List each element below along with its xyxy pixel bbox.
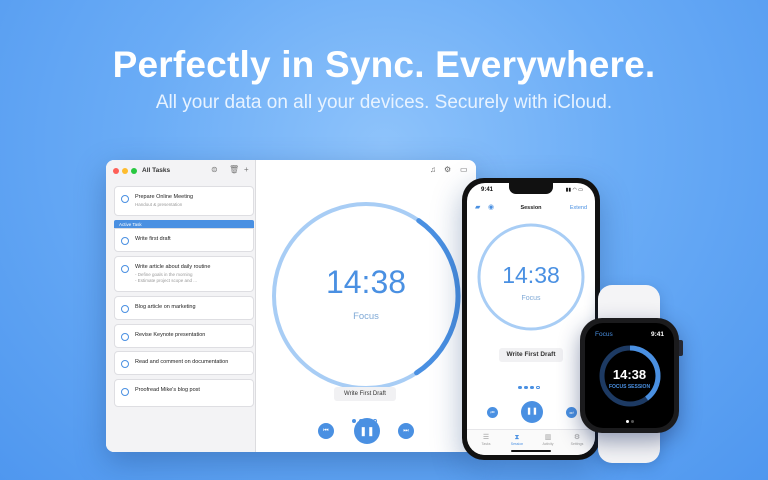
task-title: Revise Keynote presentation (135, 332, 206, 338)
tab-label: Tasks (481, 442, 491, 446)
task-item[interactable]: Prepare Online Meeting Handout & present… (114, 186, 254, 216)
gear-icon: ⚙ (573, 434, 581, 441)
task-item[interactable]: Revise Keynote presentation (114, 324, 254, 348)
close-window-button[interactable] (113, 168, 119, 174)
tab-tasks[interactable]: ☰ Tasks (473, 433, 499, 447)
session-dots (518, 376, 543, 394)
task-checkbox[interactable] (121, 265, 129, 273)
notch (509, 183, 553, 194)
pause-button[interactable]: ❚❚ (354, 418, 380, 444)
task-title: Write article about daily routine (135, 264, 211, 270)
session-dot (524, 385, 528, 389)
list-icon: ☰ (482, 434, 490, 441)
tab-activity[interactable]: ▥ Activity (535, 433, 561, 447)
watch-mode-label: FOCUS SESSION (608, 384, 651, 390)
tab-settings[interactable]: ⚙ Settings (564, 433, 590, 447)
watch-screen: Focus 9:41 14:38 FOCUS SESSION (585, 323, 674, 428)
session-dot (530, 385, 534, 389)
status-clock: 9:41 (481, 187, 494, 193)
hourglass-icon: ⧗ (514, 434, 520, 441)
sidebar-toggle-icon[interactable]: ▭ (460, 165, 468, 174)
sound-icon[interactable]: ♫ (430, 165, 436, 174)
timer-mode: Focus (521, 295, 541, 302)
tab-label: Session (510, 442, 524, 446)
task-item-active[interactable]: Write first draft (114, 228, 254, 252)
timer-mode: Focus (353, 311, 379, 322)
iphone-screen: 9:41 ▮▮ ◠ ▭ ▰ ◉ Session Extend 14:38 Foc… (467, 183, 595, 455)
page-dot (631, 420, 634, 423)
tab-label: Activity (542, 442, 554, 446)
pause-button[interactable]: ❚❚ (521, 401, 543, 423)
sidebar-title: All Tasks (142, 167, 171, 174)
watch-timer-display: 14:38 (612, 367, 647, 382)
bar-chart-icon: ▥ (544, 434, 552, 441)
session-dot (536, 385, 540, 389)
session-dot (352, 419, 356, 423)
tab-bar: ☰ Tasks ⧗ Session ▥ Activity ⚙ Settings (467, 429, 595, 455)
timer-display: 14:38 (502, 262, 560, 288)
watch-clock: 9:41 (650, 331, 664, 338)
extend-button[interactable]: Extend (570, 205, 587, 211)
task-checkbox[interactable] (121, 195, 129, 203)
current-task-pill[interactable]: Write First Draft (499, 348, 563, 362)
home-indicator (511, 450, 551, 452)
task-subtitle: Handout & presentation (135, 202, 183, 207)
task-checkbox[interactable] (121, 388, 129, 396)
task-sidebar: All Tasks ⊜ 🗑 + Prepare Online Meeting H… (106, 160, 256, 452)
page-dot (626, 420, 629, 423)
zoom-window-button[interactable] (131, 168, 137, 174)
task-title: Prepare Online Meeting (135, 194, 194, 200)
next-button[interactable]: ⏭ (398, 423, 414, 439)
task-subtitle: - Define goals in the morning - Estimate… (135, 272, 198, 283)
timer-display: 14:38 (325, 264, 407, 300)
sidebar-toolbar: All Tasks ⊜ 🗑 + (106, 160, 255, 182)
previous-button[interactable]: ⏮ (318, 423, 334, 439)
mac-window: All Tasks ⊜ 🗑 + Prepare Online Meeting H… (106, 160, 476, 452)
watch-app-label: Focus (595, 331, 613, 338)
task-title: Blog article on marketing (135, 304, 196, 310)
next-button[interactable]: ⏭ (566, 407, 577, 418)
add-task-icon[interactable]: + (244, 165, 249, 175)
task-title: Read and comment on documentation (135, 359, 229, 365)
apple-watch-device: Focus 9:41 14:38 FOCUS SESSION (580, 318, 679, 433)
task-item[interactable]: Read and comment on documentation (114, 351, 254, 375)
session-dot (518, 385, 522, 389)
task-item[interactable]: Proofread Mike's blog post (114, 379, 254, 407)
tab-session[interactable]: ⧗ Session (504, 433, 530, 447)
task-checkbox[interactable] (121, 333, 129, 341)
trash-icon[interactable]: 🗑 (229, 165, 239, 175)
task-checkbox[interactable] (121, 237, 129, 245)
tab-label: Settings (570, 442, 584, 446)
status-icons: ▮▮ ◠ ▭ (565, 187, 583, 193)
task-title: Proofread Mike's blog post (135, 387, 200, 393)
iphone-device: 9:41 ▮▮ ◠ ▭ ▰ ◉ Session Extend 14:38 Foc… (462, 178, 600, 460)
previous-button[interactable]: ⏮ (487, 407, 498, 418)
timer-pane: ♫ ⚙ ▭ 14:38 Focus Write First Draft ⏮ ❚❚… (256, 160, 476, 452)
task-checkbox[interactable] (121, 305, 129, 313)
active-task-header: Active Task (114, 220, 254, 228)
gear-icon[interactable]: ⚙ (444, 165, 451, 174)
filter-icon[interactable]: ⊜ (211, 165, 218, 175)
task-checkbox[interactable] (121, 360, 129, 368)
minimize-window-button[interactable] (122, 168, 128, 174)
hero-subtitle: All your data on all your devices. Secur… (155, 92, 613, 113)
task-item[interactable]: Write article about daily routine - Defi… (114, 256, 254, 292)
current-task-pill[interactable]: Write First Draft (334, 387, 396, 401)
task-title: Write first draft (135, 236, 171, 242)
hero-title: Perfectly in Sync. Everywhere. (112, 44, 656, 85)
task-item[interactable]: Blog article on marketing (114, 296, 254, 320)
